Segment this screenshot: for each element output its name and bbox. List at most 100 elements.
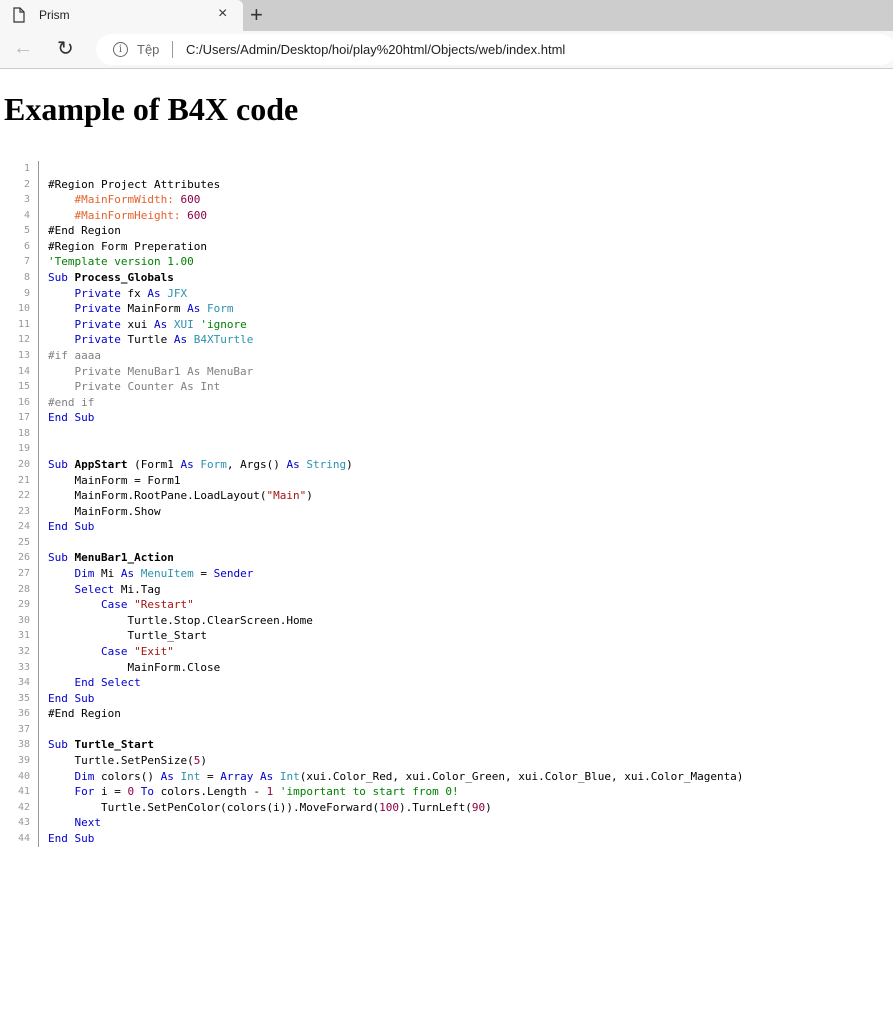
- line-number: 32: [17, 645, 30, 657]
- new-tab-button[interactable]: +: [250, 2, 263, 28]
- tab-strip: Prism × +: [0, 0, 893, 31]
- info-icon[interactable]: i: [113, 42, 128, 57]
- code-line: 24 End Sub: [0, 519, 743, 535]
- address-bar[interactable]: i Tệp C:/Users/Admin/Desktop/hoi/play%20…: [96, 34, 893, 65]
- code-token: ): [346, 457, 353, 471]
- code-token: #Region Form Preperation: [48, 239, 207, 253]
- line-source: Sub AppStart (Form1 As Form, Args() As S…: [30, 457, 353, 473]
- code-line: 27 Dim Mi As MenuItem = Sender: [0, 566, 743, 582]
- line-source: Sub Process_Globals: [30, 270, 174, 286]
- code-line: 35 End Sub: [0, 691, 743, 707]
- code-token: Sub: [48, 271, 75, 285]
- code-line: 15 Private Counter As Int: [0, 379, 743, 395]
- gutter-divider: [38, 161, 39, 847]
- code-token: End Sub: [48, 831, 95, 845]
- line-number: 22: [17, 490, 30, 502]
- code-token: MainForm = Form1: [48, 473, 181, 487]
- line-source: Case "Restart": [30, 597, 194, 613]
- line-number: 28: [17, 583, 30, 595]
- line-source: MainForm.Show: [30, 504, 161, 520]
- line-source: Private Turtle As B4XTurtle: [30, 332, 254, 348]
- line-number: 6: [23, 240, 30, 252]
- line-source: Sub Turtle_Start: [30, 737, 154, 753]
- code-token: Turtle_Start: [48, 629, 207, 643]
- code-line: 38 Sub Turtle_Start: [0, 737, 743, 753]
- code-line: 7 'Template version 1.00: [0, 254, 743, 270]
- browser-toolbar: ← ↻ i Tệp C:/Users/Admin/Desktop/hoi/pla…: [0, 31, 893, 69]
- url-text[interactable]: C:/Users/Admin/Desktop/hoi/play%20html/O…: [186, 42, 565, 57]
- line-number: 3: [23, 194, 30, 206]
- code-token: #End Region: [48, 224, 121, 238]
- tab-prism[interactable]: Prism ×: [0, 0, 243, 31]
- code-line: 14 Private MenuBar1 As MenuBar: [0, 364, 743, 380]
- code-line: 30 Turtle.Stop.ClearScreen.Home: [0, 613, 743, 629]
- code-line: 17 End Sub: [0, 410, 743, 426]
- line-number: 27: [17, 568, 30, 580]
- code-token: "Restart": [134, 598, 194, 612]
- back-button[interactable]: ←: [13, 37, 33, 60]
- line-number: 42: [17, 801, 30, 813]
- line-number: 19: [17, 443, 30, 455]
- code-token: As: [147, 286, 161, 300]
- code-line: 16 #end if: [0, 395, 743, 411]
- code-token: Int: [173, 769, 201, 783]
- line-number: 10: [17, 303, 30, 315]
- code-token: Case: [100, 598, 135, 612]
- code-line: 6 #Region Form Preperation: [0, 239, 743, 255]
- line-source: Dim colors() As Int = Array As Int(xui.C…: [30, 769, 744, 785]
- line-number: 43: [17, 817, 30, 829]
- code-line: 2 #Region Project Attributes: [0, 177, 743, 193]
- code-token: Sub: [48, 738, 75, 752]
- code-token: MainForm.Show: [48, 504, 161, 518]
- code-token: MainForm.Close: [48, 660, 221, 674]
- line-number: 15: [17, 381, 30, 393]
- code-line: 29 Case "Restart": [0, 597, 743, 613]
- line-source: #Region Project Attributes: [30, 177, 220, 193]
- line-source: Private MainForm As Form: [30, 301, 234, 317]
- code-line: 32 Case "Exit": [0, 644, 743, 660]
- line-number: 31: [17, 630, 30, 642]
- code-token: MainForm.RootPane.LoadLayout(: [48, 489, 267, 503]
- code-line: 42 Turtle.SetPenColor(colors(i)).MoveFor…: [0, 800, 743, 816]
- line-source: #End Region: [30, 223, 121, 239]
- line-source: Select Mi.Tag: [30, 582, 161, 598]
- code-token: #Region Project Attributes: [48, 177, 221, 191]
- line-number: 14: [17, 365, 30, 377]
- code-token: As: [160, 769, 174, 783]
- line-source: Sub MenuBar1_Action: [30, 550, 174, 566]
- code-token: (Form1: [127, 457, 181, 471]
- code-line: 13 #if aaaa: [0, 348, 743, 364]
- code-token: MenuBar1_Action: [74, 551, 174, 565]
- close-tab-icon[interactable]: ×: [218, 5, 227, 23]
- line-number: 4: [23, 209, 30, 221]
- code-token: =: [193, 567, 214, 581]
- line-source: MainForm.Close: [30, 660, 220, 676]
- line-source: Dim Mi As MenuItem = Sender: [30, 566, 254, 582]
- code-line: 20 Sub AppStart (Form1 As Form, Args() As…: [0, 457, 743, 473]
- code-token: Next: [74, 816, 102, 830]
- line-number: 8: [23, 272, 30, 284]
- line-source: #Region Form Preperation: [30, 239, 207, 255]
- code-token: Sub: [48, 457, 75, 471]
- line-number: 23: [17, 505, 30, 517]
- code-token: ): [485, 800, 492, 814]
- line-number: 18: [17, 427, 30, 439]
- code-token: , Args(): [226, 457, 287, 471]
- code-token: 100: [379, 800, 400, 814]
- line-number: 1: [23, 163, 30, 174]
- code-line: 22 MainForm.RootPane.LoadLayout("Main"): [0, 488, 743, 504]
- reload-button[interactable]: ↻: [57, 36, 74, 61]
- line-source: Case "Exit": [30, 644, 174, 660]
- code-token: Array As: [220, 769, 274, 783]
- security-label[interactable]: Tệp: [137, 42, 159, 57]
- code-token: As: [173, 333, 188, 347]
- code-token: "Exit": [134, 644, 174, 658]
- code-token: ): [200, 753, 207, 767]
- code-token: "Main": [266, 489, 307, 503]
- line-source: #MainFormHeight: 600: [30, 208, 207, 224]
- line-source: Private MenuBar1 As MenuBar: [30, 364, 253, 380]
- line-source: Turtle_Start: [30, 628, 207, 644]
- line-source: End Sub: [30, 519, 94, 535]
